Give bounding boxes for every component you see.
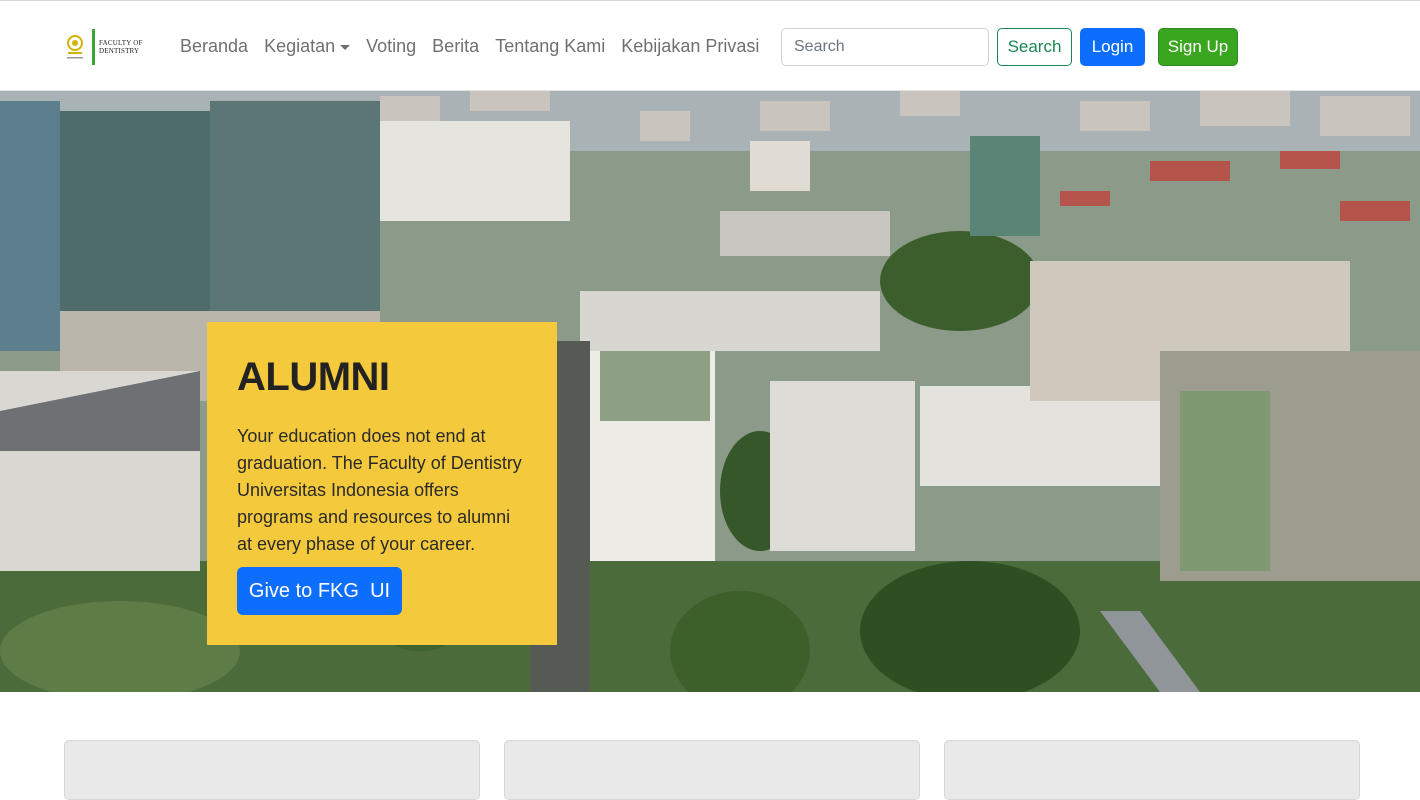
nav-item-kegiatan[interactable]: Kegiatan	[256, 36, 358, 57]
nav-item-berita[interactable]: Berita	[424, 36, 487, 57]
hero-description: Your education does not end at graduatio…	[237, 426, 522, 554]
brand-line-2: DENTISTRY	[99, 47, 140, 55]
caret-down-icon	[340, 45, 351, 50]
alumni-card: ALUMNI Your education does not end at gr…	[207, 322, 557, 645]
login-button[interactable]: Login	[1080, 28, 1145, 66]
brand-logo[interactable]: FACULTY OF DENTISTRY	[64, 27, 144, 67]
nav-menu: Beranda Kegiatan Voting Berita Tentang K…	[172, 1, 767, 92]
nav-item-voting[interactable]: Voting	[358, 36, 424, 57]
search-button[interactable]: Search	[997, 28, 1072, 66]
top-navbar: FACULTY OF DENTISTRY Beranda Kegiatan Vo…	[0, 0, 1420, 91]
signup-button[interactable]: Sign Up	[1158, 28, 1238, 66]
brand-line-1: FACULTY OF	[99, 39, 143, 47]
ui-emblem-icon	[64, 30, 86, 64]
feature-card-2[interactable]	[504, 740, 920, 800]
nav-item-beranda[interactable]: Beranda	[172, 36, 256, 57]
brand-divider	[92, 29, 95, 65]
hero-title: ALUMNI	[237, 355, 390, 399]
nav-item-tentang-kami[interactable]: Tentang Kami	[487, 36, 613, 57]
hero-banner: ALUMNI Your education does not end at gr…	[0, 91, 1420, 692]
search-input[interactable]	[781, 28, 989, 66]
nav-item-kebijakan-privasi[interactable]: Kebijakan Privasi	[613, 36, 767, 57]
nav-item-kegiatan-label: Kegiatan	[264, 36, 336, 56]
feature-card-1[interactable]	[64, 740, 480, 800]
feature-card-3[interactable]	[944, 740, 1360, 800]
give-button[interactable]: Give to FKG UI	[237, 567, 402, 615]
brand-wordmark: FACULTY OF DENTISTRY	[99, 39, 143, 55]
